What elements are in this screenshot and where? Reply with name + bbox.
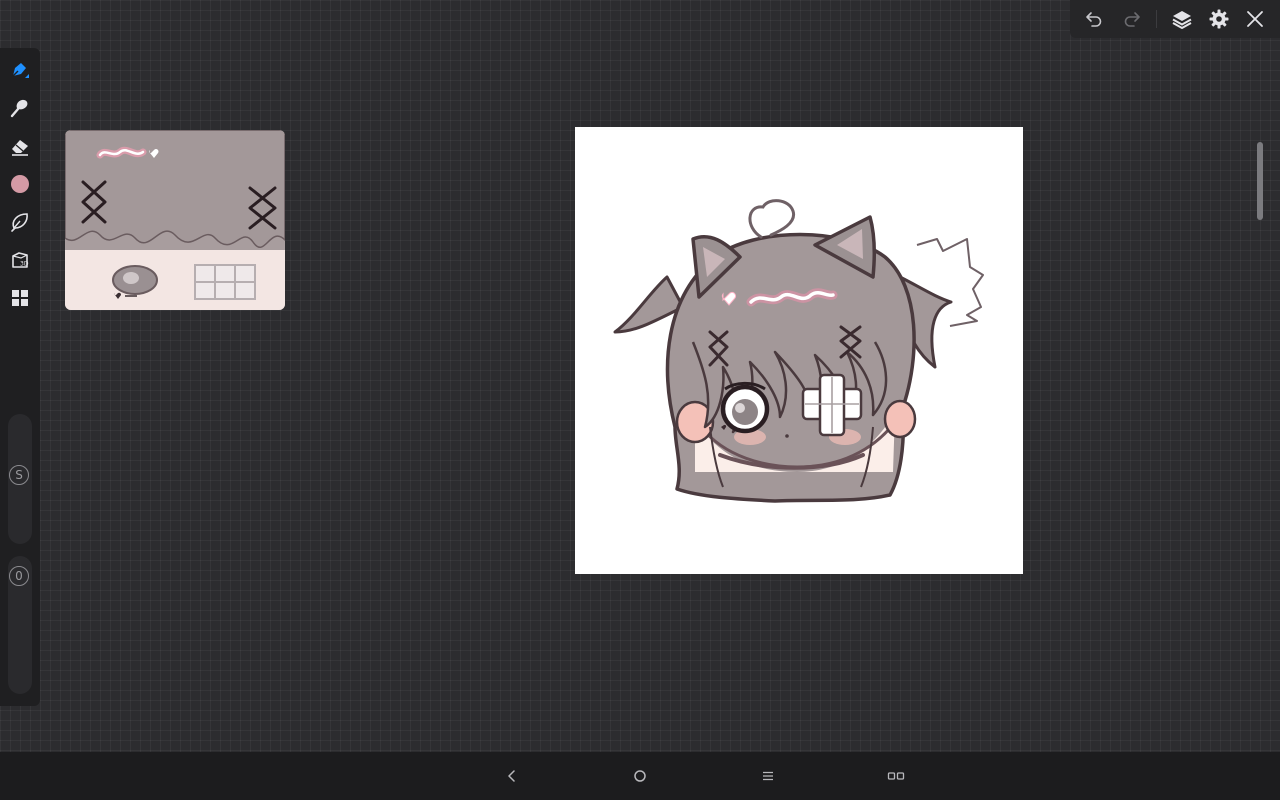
workspace[interactable]: 3D S 0 bbox=[0, 0, 1280, 752]
home-circle-icon bbox=[634, 770, 646, 782]
top-toolbar bbox=[1070, 0, 1280, 38]
3d-label: 3D bbox=[20, 261, 29, 268]
reference-illustration bbox=[65, 130, 285, 310]
chibi-illustration bbox=[613, 199, 984, 503]
pen-tool[interactable] bbox=[0, 54, 40, 86]
chevron-left-icon bbox=[508, 770, 515, 782]
drawing-canvas[interactable] bbox=[575, 127, 1023, 574]
smudge-icon bbox=[10, 99, 28, 118]
smudge-tool[interactable] bbox=[0, 92, 40, 124]
eraser-tool[interactable] bbox=[0, 130, 40, 162]
undo-button[interactable] bbox=[1076, 0, 1112, 38]
3d-icon: 3D bbox=[12, 252, 29, 268]
lasso-tool[interactable] bbox=[0, 206, 40, 238]
undo-icon bbox=[1086, 12, 1102, 27]
redo-button[interactable] bbox=[1114, 0, 1150, 38]
settings-button[interactable] bbox=[1201, 0, 1237, 38]
opacity-slider-handle[interactable]: 0 bbox=[9, 566, 29, 586]
close-icon bbox=[1247, 11, 1263, 27]
pen-icon bbox=[12, 63, 29, 78]
menu-icon bbox=[763, 771, 773, 781]
layers-button[interactable] bbox=[1164, 0, 1200, 38]
3d-tool[interactable]: 3D bbox=[0, 244, 40, 276]
tool-rail: 3D S 0 bbox=[0, 48, 40, 706]
grid-icon bbox=[12, 290, 28, 306]
gallery-tool[interactable] bbox=[0, 282, 40, 314]
color-tool[interactable] bbox=[0, 168, 40, 200]
vertical-scrollbar[interactable] bbox=[1257, 142, 1263, 220]
size-slider-handle[interactable]: S bbox=[9, 465, 29, 485]
color-swatch-icon bbox=[11, 175, 29, 193]
redo-icon bbox=[1124, 12, 1140, 27]
eraser-icon bbox=[12, 140, 28, 156]
nav-home-button[interactable] bbox=[620, 764, 660, 788]
gear-icon bbox=[1209, 9, 1229, 29]
layers-icon bbox=[1172, 11, 1192, 29]
nav-recents-button[interactable] bbox=[876, 764, 916, 788]
toolbar-divider bbox=[1156, 10, 1157, 28]
split-screen-icon bbox=[887, 772, 905, 780]
close-button[interactable] bbox=[1237, 0, 1273, 38]
nav-menu-button[interactable] bbox=[748, 764, 788, 788]
lasso-icon bbox=[11, 213, 28, 232]
system-nav-bar bbox=[0, 752, 1280, 800]
nav-back-button[interactable] bbox=[492, 764, 532, 788]
reference-image[interactable] bbox=[65, 130, 285, 310]
